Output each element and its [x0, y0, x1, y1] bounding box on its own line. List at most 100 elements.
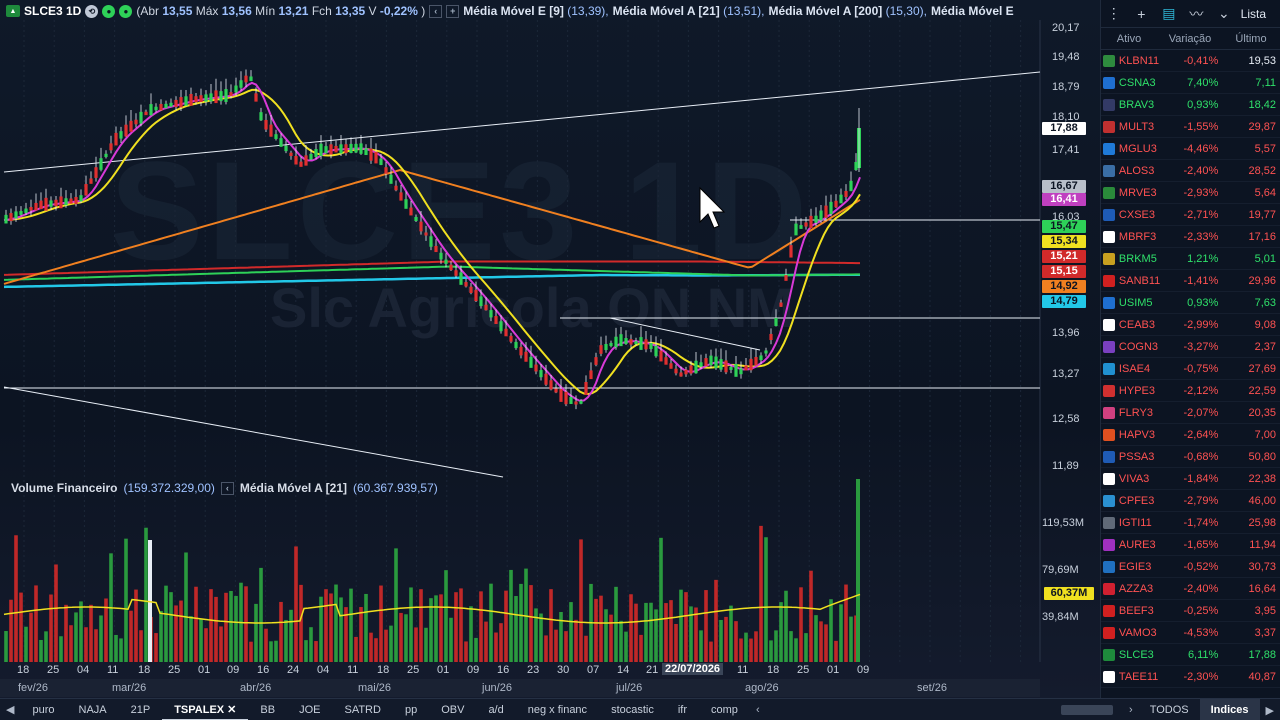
tab-puro[interactable]: puro	[20, 704, 66, 716]
candle-body	[599, 345, 603, 354]
watchlist-row[interactable]: CXSE3 -2,71% 19,77	[1101, 204, 1280, 226]
tab-21p[interactable]: 21P	[119, 704, 163, 716]
tab-stocastic[interactable]: stocastic	[599, 704, 666, 716]
tab-indices[interactable]: Indices	[1199, 699, 1260, 720]
collapse-icon[interactable]: ‹	[429, 4, 443, 18]
tab-pp[interactable]: pp	[393, 704, 429, 716]
candle-body	[199, 95, 203, 103]
watchlist-row[interactable]: EGIE3 -0,52% 30,73	[1101, 556, 1280, 578]
watchlist-row[interactable]: TAEE11 -2,30% 40,87	[1101, 666, 1280, 688]
watchlist-row[interactable]: MGLU3 -4,46% 5,57	[1101, 138, 1280, 160]
watchlist-row[interactable]: BEEF3 -0,25% 3,95	[1101, 600, 1280, 622]
tab-scrollbar[interactable]	[1061, 705, 1114, 715]
volume-bar	[669, 600, 673, 662]
candle-body	[39, 200, 43, 210]
watchlist-row[interactable]: VAMO3 -4,53% 3,37	[1101, 622, 1280, 644]
volume-bar	[709, 641, 713, 662]
tab-tspalex[interactable]: TSPALEX ✕	[162, 699, 249, 720]
tabs-left-icon[interactable]: ◀	[0, 703, 20, 716]
volume-bar	[279, 601, 283, 662]
live-icon[interactable]: ●	[102, 4, 116, 18]
candle-body	[689, 365, 693, 374]
watchlist-row[interactable]: IGTI11 -1,74% 25,98	[1101, 512, 1280, 534]
candle-body	[349, 143, 353, 153]
watchlist-row[interactable]: FLRY3 -2,07% 20,35	[1101, 402, 1280, 424]
month-axis: fev/26 mar/26 abr/26 mai/26 jun/26 jul/26 ago/…	[0, 679, 1040, 697]
tabs-prev-icon[interactable]: ‹	[750, 704, 766, 716]
watchlist-row[interactable]: KLBN11 -0,41% 19,53	[1101, 50, 1280, 72]
asset-ticker: ISAE4	[1118, 362, 1151, 375]
candle-body	[374, 151, 378, 164]
tab-obv[interactable]: OBV	[429, 704, 476, 716]
more-icon[interactable]: ⋮	[1103, 4, 1125, 24]
volume-bar	[514, 596, 518, 662]
volume-bar	[544, 635, 548, 662]
watchlist-row[interactable]: COGN3 -3,27% 2,37	[1101, 336, 1280, 358]
watchlist-row[interactable]: SLCE3 6,11% 17,88	[1101, 644, 1280, 666]
chart-canvas[interactable]	[0, 0, 1100, 698]
tabs-end-icon[interactable]: ▶	[1260, 704, 1280, 717]
tab-todos[interactable]: TODOS	[1139, 704, 1200, 716]
watchlist-row[interactable]: PSSA3 -0,68% 50,80	[1101, 446, 1280, 468]
volume-bar	[394, 548, 398, 662]
tab-naja[interactable]: NAJA	[67, 704, 119, 716]
sync-icon[interactable]: ⟲	[85, 4, 99, 18]
candle-body	[454, 270, 458, 276]
candle-body	[134, 119, 138, 125]
watchlist-row[interactable]: CPFE3 -2,79% 46,00	[1101, 490, 1280, 512]
price-chart[interactable]: SLCE3 1D Slc Agricola ON NM ▲ SLCE3 1D ⟲…	[0, 0, 1100, 698]
ma-e9-label: Média Móvel E [9] (13,39),	[463, 4, 609, 18]
tab-ifr[interactable]: ifr	[666, 704, 699, 716]
list-selector[interactable]: Lista	[1241, 7, 1266, 21]
add-icon[interactable]: +	[1131, 4, 1153, 24]
candle-body	[729, 366, 733, 370]
watchlist-row[interactable]: MULT3 -1,55% 29,87	[1101, 116, 1280, 138]
chart-line-icon[interactable]: 〰	[1186, 4, 1208, 24]
watchlist-row[interactable]: MRVE3 -2,93% 5,64	[1101, 182, 1280, 204]
col-variacao[interactable]: Variação	[1157, 33, 1223, 45]
volume-collapse-icon[interactable]: ‹	[220, 481, 234, 495]
tab-a-d[interactable]: a/d	[476, 704, 515, 716]
candle-body	[804, 222, 808, 227]
watchlist-row[interactable]: SANB11 -1,41% 29,96	[1101, 270, 1280, 292]
candle-body	[354, 143, 358, 153]
watchlist-row[interactable]: BRKM5 1,21% 5,01	[1101, 248, 1280, 270]
database-icon[interactable]: ▤	[1158, 4, 1180, 24]
watchlist-row[interactable]: CSNA3 7,40% 7,11	[1101, 72, 1280, 94]
candle-body	[249, 76, 253, 82]
watchlist-row[interactable]: BRAV3 0,93% 18,42	[1101, 94, 1280, 116]
volume-bar	[714, 579, 718, 662]
candle-body	[684, 369, 688, 375]
col-ultimo[interactable]: Último	[1223, 33, 1279, 45]
watchlist-row[interactable]: AURE3 -1,65% 11,94	[1101, 534, 1280, 556]
watchlist-row[interactable]: USIM5 0,93% 7,63	[1101, 292, 1280, 314]
add-indicator-icon[interactable]: +	[446, 4, 460, 18]
candle-body	[664, 357, 668, 365]
watchlist-row[interactable]: VIVA3 -1,84% 22,38	[1101, 468, 1280, 490]
tabs-right-icon[interactable]: ›	[1123, 704, 1139, 716]
watchlist-row[interactable]: MBRF3 -2,33% 17,16	[1101, 226, 1280, 248]
watchlist-row[interactable]: AZZA3 -2,40% 16,64	[1101, 578, 1280, 600]
month-tick: fev/26	[18, 682, 48, 694]
volume-bar	[784, 590, 788, 662]
tab-bb[interactable]: BB	[248, 704, 287, 716]
volume-bar	[334, 584, 338, 662]
watchlist-row[interactable]: HAPV3 -2,64% 7,00	[1101, 424, 1280, 446]
dropdown-icon[interactable]: ⌄	[1213, 4, 1235, 24]
volume-bar	[219, 626, 223, 662]
watchlist-row[interactable]: ISAE4 -0,75% 27,69	[1101, 358, 1280, 380]
candle-body	[554, 388, 558, 393]
tab-comp[interactable]: comp	[699, 704, 750, 716]
volume-bar	[309, 627, 313, 662]
candle-body	[699, 362, 703, 367]
watchlist-row[interactable]: ALOS3 -2,40% 28,52	[1101, 160, 1280, 182]
tab-satrd[interactable]: SATRD	[332, 704, 392, 716]
watchlist-row[interactable]: CEAB3 -2,99% 9,08	[1101, 314, 1280, 336]
col-ativo[interactable]: Ativo	[1101, 33, 1157, 45]
tab-neg-x-financ[interactable]: neg x financ	[516, 704, 599, 716]
tab-joe[interactable]: JOE	[287, 704, 332, 716]
date-tick: 18	[377, 664, 390, 676]
volume-bar	[609, 614, 613, 662]
watchlist-row[interactable]: HYPE3 -2,12% 22,59	[1101, 380, 1280, 402]
status-icon[interactable]: ●	[119, 4, 133, 18]
